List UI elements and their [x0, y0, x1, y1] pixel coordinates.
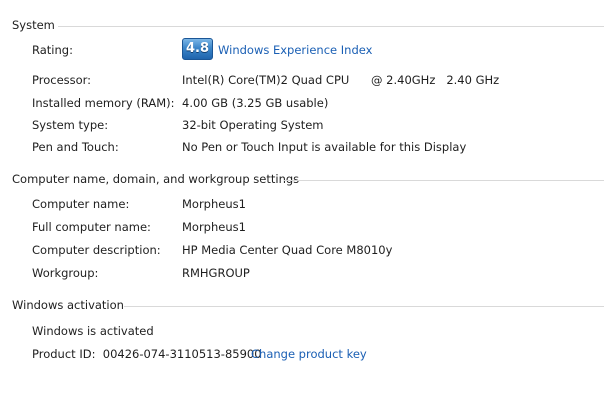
wei-score-badge-icon[interactable]: 4.8 [182, 38, 213, 60]
computer-description-label: Computer description: [32, 243, 161, 257]
workgroup-value: RMHGROUP [182, 266, 250, 280]
full-computer-name-value: Morpheus1 [182, 220, 246, 234]
computer-name-row: Computer name: Morpheus1 [32, 195, 610, 213]
memory-row: Installed memory (RAM): 4.00 GB (3.25 GB… [32, 94, 610, 112]
computer-name-value: Morpheus1 [182, 197, 246, 211]
pen-touch-value: No Pen or Touch Input is available for t… [182, 140, 467, 154]
section-divider [124, 306, 604, 307]
section-divider [284, 180, 604, 181]
product-id-row: Product ID: 00426-074-3110513-85900 Chan… [32, 345, 610, 363]
change-product-key-link[interactable]: Change product key [251, 345, 367, 363]
pen-touch-row: Pen and Touch: No Pen or Touch Input is … [32, 138, 610, 156]
section-title-computer-name: Computer name, domain, and workgroup set… [12, 172, 300, 186]
memory-value: 4.00 GB (3.25 GB usable) [182, 96, 329, 110]
memory-label: Installed memory (RAM): [32, 96, 175, 110]
full-computer-name-label: Full computer name: [32, 220, 151, 234]
processor-value: Intel(R) Core(TM)2 Quad CPU [182, 73, 350, 87]
product-id: Product ID: 00426-074-3110513-85900 [32, 347, 262, 361]
system-type-row: System type: 32-bit Operating System [32, 116, 610, 134]
processor-speed-value: @ 2.40GHz 2.40 GHz [371, 73, 500, 87]
workgroup-label: Workgroup: [32, 266, 99, 280]
windows-experience-index-link[interactable]: Windows Experience Index [218, 41, 372, 59]
rating-label: Rating: [32, 43, 73, 57]
computer-name-label: Computer name: [32, 197, 130, 211]
computer-description-row: Computer description: HP Media Center Qu… [32, 241, 610, 259]
computer-description-value: HP Media Center Quad Core M8010y [182, 243, 393, 257]
section-title-system: System [12, 18, 55, 32]
processor-row: Processor: Intel(R) Core(TM)2 Quad CPU @… [32, 71, 610, 89]
system-type-value: 32-bit Operating System [182, 118, 324, 132]
full-computer-name-row: Full computer name: Morpheus1 [32, 218, 610, 236]
workgroup-row: Workgroup: RMHGROUP [32, 264, 610, 282]
pen-touch-label: Pen and Touch: [32, 140, 119, 154]
section-title-windows-activation: Windows activation [12, 298, 124, 312]
section-divider [58, 26, 604, 27]
processor-label: Processor: [32, 73, 92, 87]
activation-status: Windows is activated [32, 324, 154, 338]
system-type-label: System type: [32, 118, 109, 132]
activation-status-row: Windows is activated [32, 322, 610, 340]
rating-row: Rating: 4.8 Windows Experience Index [32, 38, 610, 60]
